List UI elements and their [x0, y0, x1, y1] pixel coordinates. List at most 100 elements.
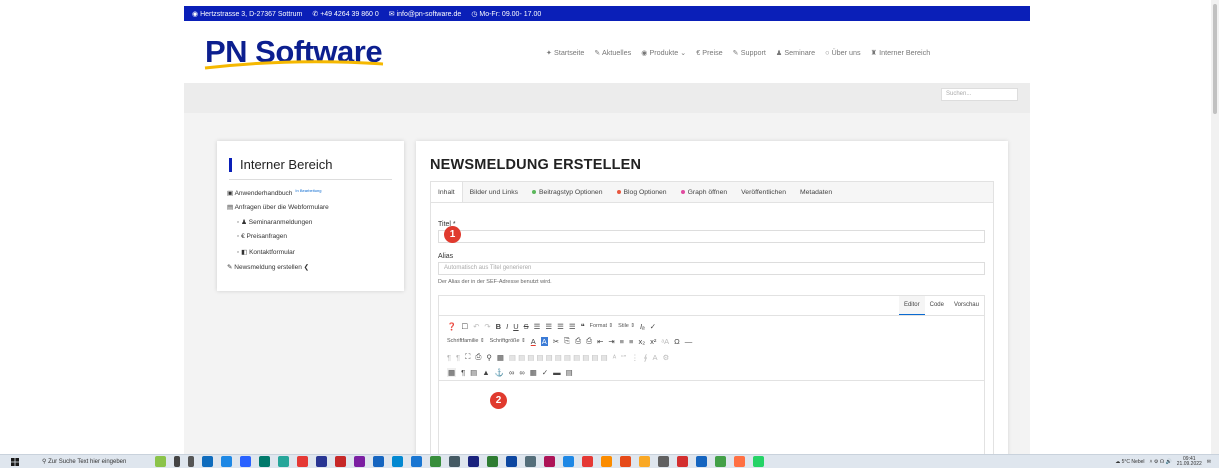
task-view-icon[interactable] [174, 456, 180, 467]
app-icon[interactable] [658, 456, 669, 467]
notification-icon[interactable]: ✉ [1207, 459, 1211, 465]
sidebar-item-anwenderhandbuch[interactable]: ▣ Anwenderhandbuch In Bearbeitung [227, 188, 321, 197]
contact-email[interactable]: ✉ info@pn-software.de [389, 10, 462, 18]
strike-icon[interactable]: ⋮ [631, 353, 639, 362]
nav-preise[interactable]: € Preise [696, 48, 722, 57]
horizontal-rule-icon[interactable]: — [685, 337, 693, 346]
taskbar-search-input[interactable]: ⚲ Zur Suche Text hier eingeben [30, 456, 150, 468]
editor-tab-vorschau[interactable]: Vorschau [949, 296, 984, 316]
clear-format-icon[interactable]: Iₐ [640, 322, 645, 331]
windows-start-icon[interactable] [11, 458, 19, 466]
settings-icon[interactable]: ⚙ [663, 353, 670, 362]
superscript-icon[interactable]: x² [650, 337, 656, 346]
app-icon[interactable] [297, 456, 308, 467]
format-select[interactable]: Format ⇕ [590, 323, 614, 329]
help-icon[interactable]: ❓ [447, 322, 456, 331]
app-icon[interactable] [411, 456, 422, 467]
title-input[interactable] [438, 230, 985, 243]
clock[interactable]: 09:41 21.09.2022 [1177, 457, 1202, 467]
numbered-list-icon[interactable]: ≡ [629, 337, 633, 346]
nav-seminare[interactable]: ♟ Seminare [776, 48, 815, 57]
omega-icon[interactable]: Ω [674, 337, 680, 346]
app-icon[interactable] [259, 456, 270, 467]
taskbar-app-icon[interactable] [155, 456, 166, 467]
font-family-select[interactable]: Schriftfamilie ⇕ [447, 338, 485, 344]
table-icon[interactable]: ▦ [497, 353, 504, 362]
spellcheck-icon[interactable]: ✓ [542, 368, 548, 377]
align-center-icon[interactable]: ☰ [545, 322, 552, 331]
ltr-icon[interactable]: ¶ [447, 353, 451, 362]
tab-blog-optionen[interactable]: Blog Optionen [610, 182, 674, 202]
abbr-icon[interactable]: ᴬ [613, 353, 616, 362]
nav-ueber-uns[interactable]: ○ Über uns [825, 48, 861, 57]
nav-support[interactable]: ✎ Support [733, 48, 766, 57]
app-icon[interactable] [525, 456, 536, 467]
tray-icons[interactable]: ˄ ⚙ ☊ 🔊 [1150, 459, 1172, 465]
app-icon[interactable] [696, 456, 707, 467]
unlink-icon[interactable]: ∞ [509, 368, 514, 377]
tab-inhalt[interactable]: Inhalt [430, 182, 463, 202]
page-break-icon[interactable]: ▤ [470, 368, 477, 377]
table-tools-icon[interactable]: ▤ ▤ ▤ ▤ ▤ ▤ ▤ ▤ ▤ ▤ ▤ [509, 353, 608, 362]
align-right-icon[interactable]: ☰ [557, 322, 564, 331]
app-icon[interactable] [506, 456, 517, 467]
app-icon[interactable] [449, 456, 460, 467]
strikethrough-icon[interactable]: S [524, 322, 529, 331]
text-color-icon[interactable]: A [531, 337, 536, 346]
italic-icon[interactable]: I [506, 322, 508, 331]
nav-produkte[interactable]: ◉ Produkte ⌄ [641, 48, 686, 57]
nav-interner-bereich[interactable]: ♜ Interner Bereich [871, 48, 931, 57]
app-icon[interactable] [563, 456, 574, 467]
grid-icon[interactable]: ▦ [447, 367, 457, 377]
font-icon[interactable]: A [653, 353, 658, 362]
find-icon[interactable]: ⚲ [486, 353, 492, 362]
link-style-icon[interactable]: ✓ [650, 322, 656, 331]
app-icon[interactable] [620, 456, 631, 467]
app-icon[interactable] [316, 456, 327, 467]
copy-icon[interactable]: ⎘ [564, 336, 570, 346]
editor-tab-editor[interactable]: Editor [898, 296, 925, 316]
app-icon[interactable] [677, 456, 688, 467]
quote-icon[interactable]: “” [621, 353, 626, 362]
align-justify-icon[interactable]: ☰ [569, 322, 576, 331]
anchor-icon[interactable]: ⚓ [495, 368, 504, 377]
tab-veroeffentlichen[interactable]: Veröffentlichen [734, 182, 793, 202]
outdent-icon[interactable]: ⇤ [597, 337, 603, 346]
alias-input[interactable]: Automatisch aus Titel generieren [438, 262, 985, 275]
tab-metadaten[interactable]: Metadaten [793, 182, 839, 202]
template-icon[interactable]: ▤ [566, 368, 573, 377]
app-icon[interactable] [354, 456, 365, 467]
app-icon[interactable] [468, 456, 479, 467]
widgets-icon[interactable] [188, 456, 194, 467]
image-icon[interactable]: ▲ [482, 368, 489, 377]
app-icon[interactable] [601, 456, 612, 467]
font-size-icon[interactable]: ᵃA [661, 337, 669, 346]
bold-icon[interactable]: B [496, 322, 501, 331]
print-icon[interactable]: ⎙ [475, 352, 481, 362]
app-icon[interactable] [582, 456, 593, 467]
app-icon[interactable] [715, 456, 726, 467]
underline-icon[interactable]: U [513, 322, 518, 331]
indent-icon[interactable]: ⇥ [608, 337, 614, 346]
link-icon[interactable]: ∞ [519, 368, 524, 377]
new-document-icon[interactable]: ☐ [461, 322, 468, 331]
search-input[interactable]: Suchen... [941, 88, 1018, 101]
app-icon[interactable] [240, 456, 251, 467]
app-icon[interactable] [639, 456, 650, 467]
app-icon[interactable] [430, 456, 441, 467]
page-scrollbar[interactable] [1211, 0, 1219, 454]
undo-icon[interactable]: ↶ [473, 322, 479, 331]
align-left-icon[interactable]: ☰ [534, 322, 541, 331]
nonbreaking-icon[interactable]: ▬ [553, 368, 561, 377]
app-icon[interactable] [544, 456, 555, 467]
paste-text-icon[interactable]: ⎙ [586, 336, 592, 346]
rtl-icon[interactable]: ¶ [456, 353, 460, 362]
weather-widget[interactable]: ☁ 5°C Nebel [1115, 459, 1144, 465]
paste-icon[interactable]: ⎙ [575, 336, 581, 346]
contact-phone[interactable]: ✆ +49 4264 39 860 0 [312, 10, 378, 18]
sidebar-item-kontaktformular[interactable]: ◦ ◧ Kontaktformular [237, 248, 295, 256]
pilcrow-icon[interactable]: ¶ [461, 368, 465, 377]
font-size-select[interactable]: Schriftgröße ⇕ [490, 338, 526, 344]
app-icon[interactable] [335, 456, 346, 467]
fullscreen-icon[interactable]: ⛶ [465, 352, 470, 362]
